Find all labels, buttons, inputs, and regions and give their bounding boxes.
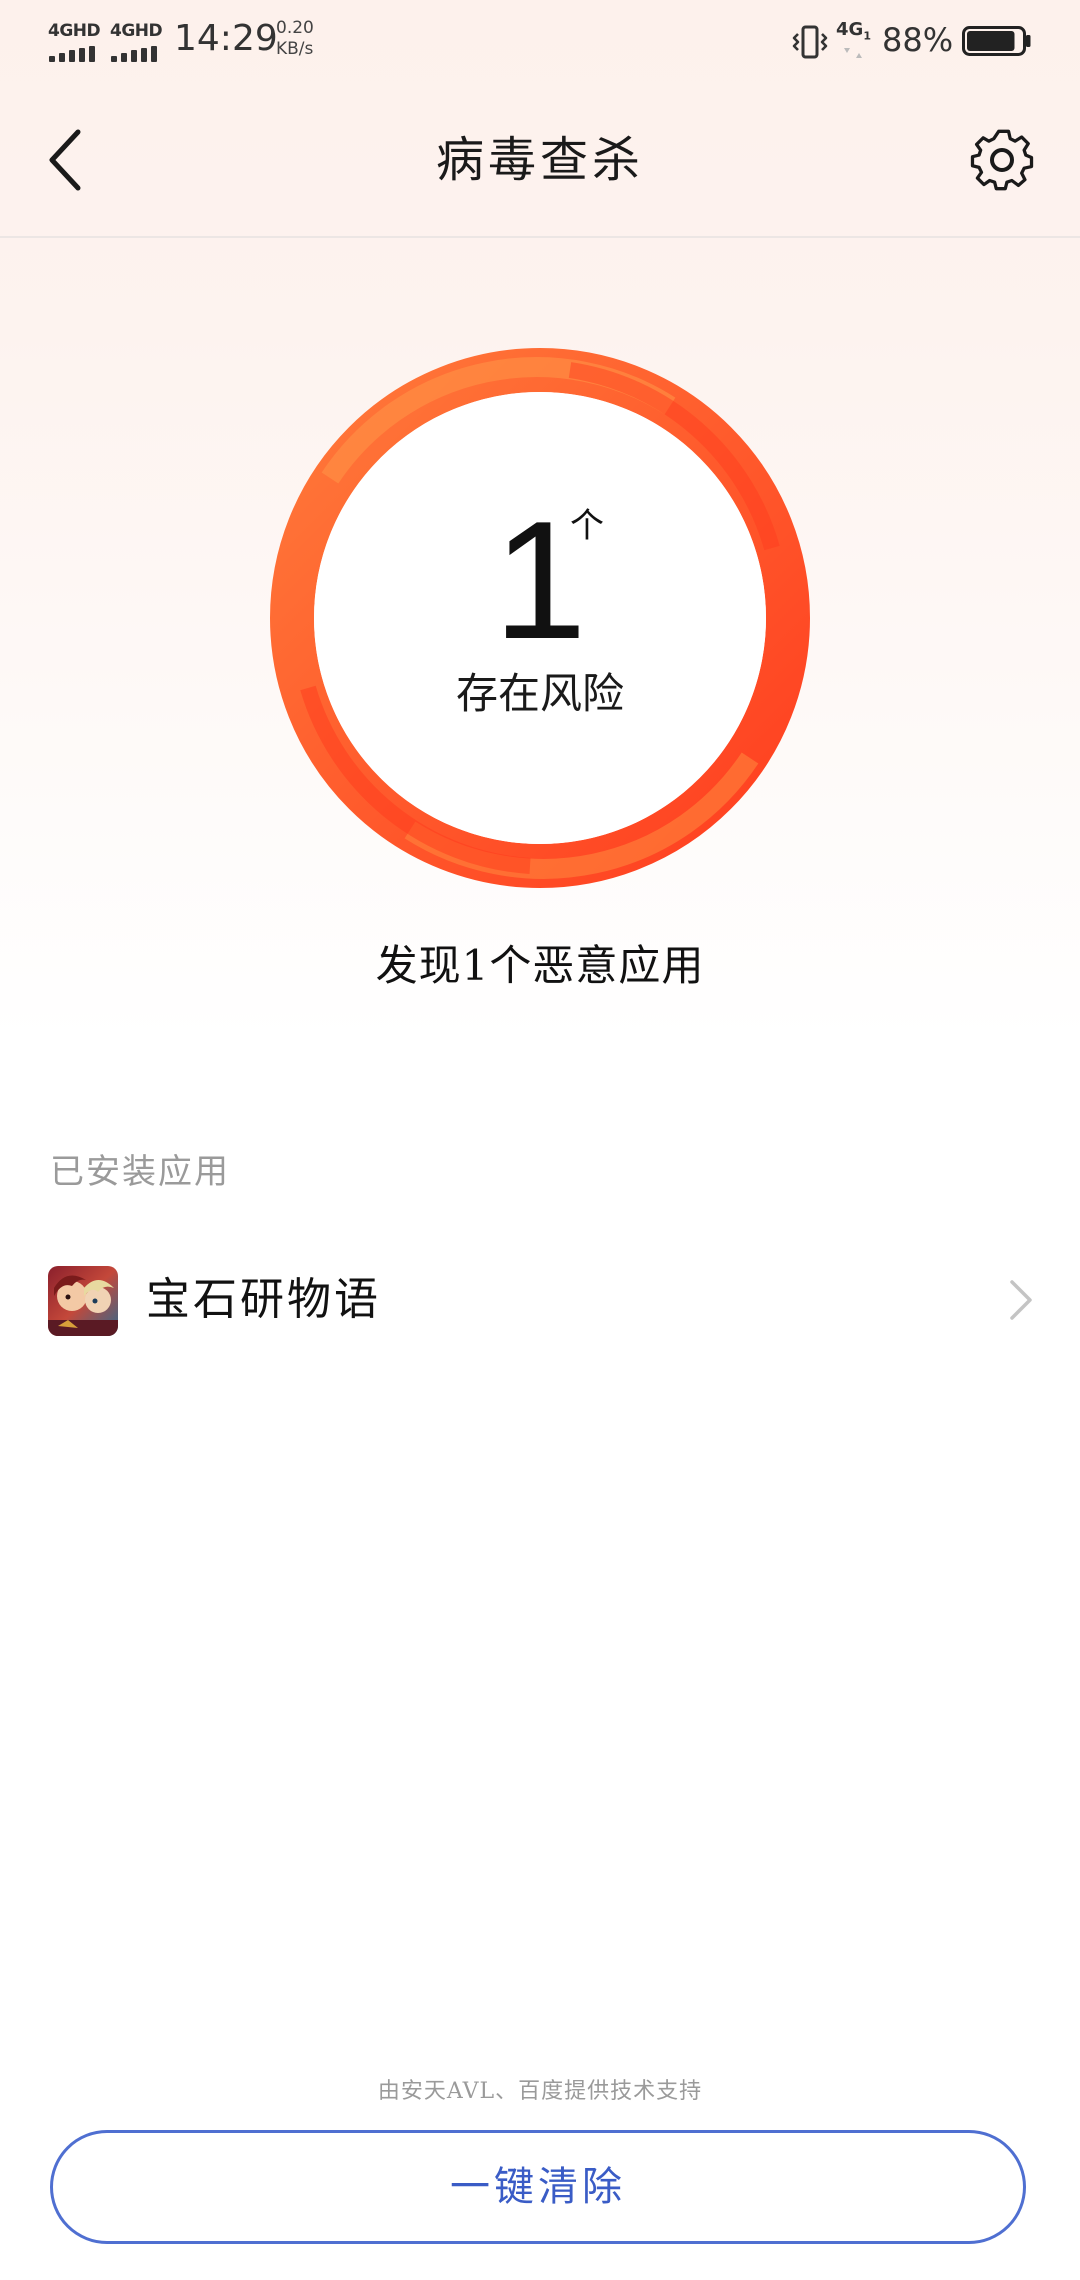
- risk-caption: 存在风险: [455, 669, 624, 718]
- page-title: 病毒查杀: [435, 132, 644, 188]
- battery-icon: [962, 26, 1031, 56]
- clean-all-button[interactable]: 一键清除: [50, 2130, 1026, 2244]
- chevron-left-icon: [49, 129, 81, 191]
- network-speed-unit: KB/s: [276, 39, 314, 59]
- network-4g-icon: 4G1: [836, 20, 876, 62]
- risk-unit: 个: [570, 506, 604, 546]
- chevron-right-icon: [1010, 1280, 1032, 1320]
- sim1-signal-icon: 4GHD: [48, 21, 101, 62]
- battery-percent: 88%: [882, 21, 954, 59]
- network-speed-value: 0.20: [276, 18, 314, 38]
- installed-apps-title: 已安装应用: [50, 1152, 230, 1192]
- vibrate-icon: [792, 25, 828, 59]
- gear-icon: [970, 129, 1034, 191]
- status-bar: 4GHD 4GHD 14:29 0.20 KB/s 4G1 88%: [0, 0, 1080, 80]
- network-speed: 0.20 KB/s: [276, 18, 332, 60]
- game-app-icon: [48, 1266, 118, 1336]
- scan-summary: 发现1个恶意应用: [375, 941, 705, 990]
- app-name: 宝石研物语: [146, 1274, 381, 1325]
- back-button[interactable]: [40, 120, 100, 200]
- network-type-label: 4G1: [836, 19, 871, 43]
- status-time: 14:29: [174, 18, 278, 59]
- credit-text: 由安天AVL、百度提供技术支持: [377, 2079, 703, 2104]
- settings-button[interactable]: [964, 122, 1040, 198]
- app-header: 病毒查杀: [0, 80, 1080, 238]
- sim2-signal-label: 4GHD: [110, 21, 163, 41]
- list-item[interactable]: 宝石研物语: [0, 1240, 1080, 1360]
- sim1-signal-label: 4GHD: [48, 21, 101, 41]
- sim2-signal-icon: 4GHD: [110, 21, 163, 62]
